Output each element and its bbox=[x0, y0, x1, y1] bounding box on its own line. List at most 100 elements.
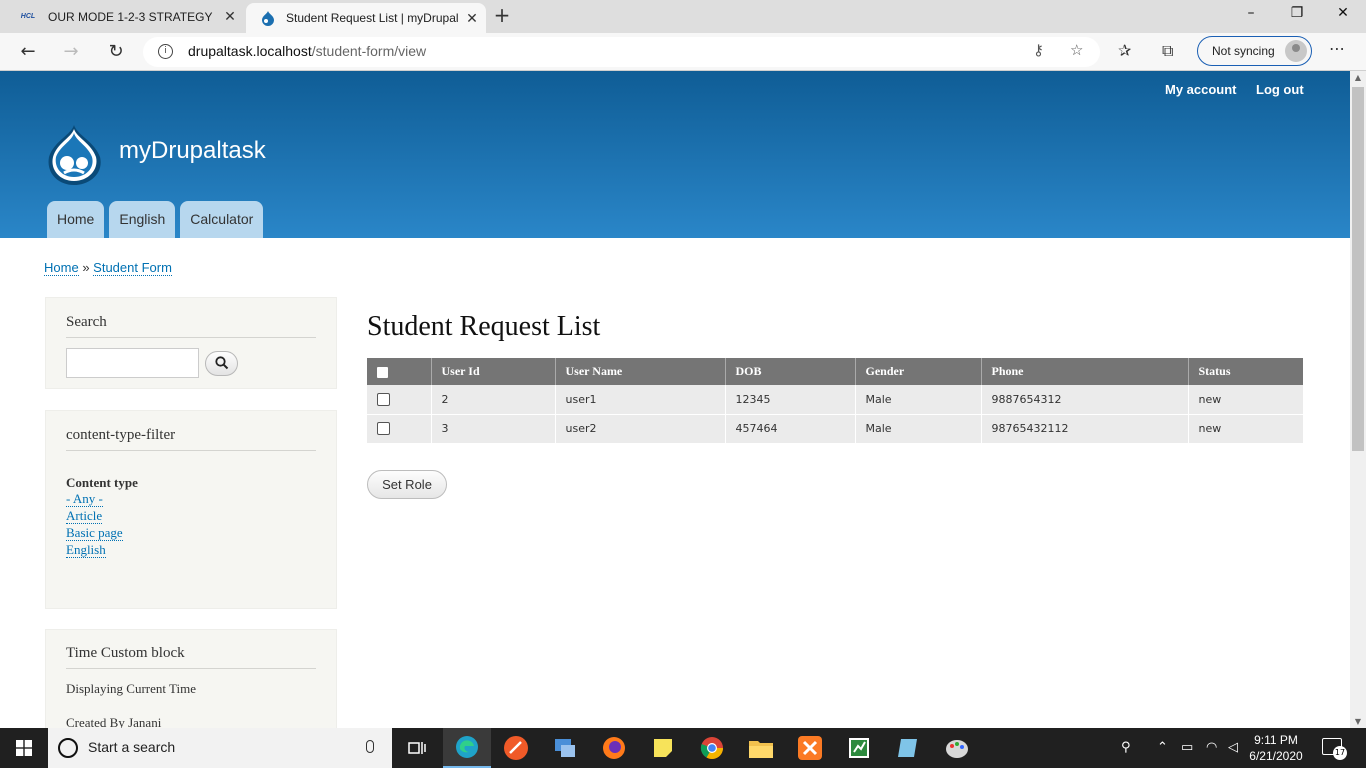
row-checkbox[interactable] bbox=[377, 393, 390, 406]
breadcrumb: Home » Student Form bbox=[44, 260, 172, 276]
time-block-line1: Displaying Current Time bbox=[66, 681, 197, 696]
action-center-icon[interactable]: 17 bbox=[1322, 738, 1347, 760]
column-header-user-name[interactable]: User Name bbox=[555, 358, 726, 385]
notepad-app-icon[interactable] bbox=[894, 734, 922, 762]
refresh-icon[interactable]: ↻ bbox=[102, 38, 130, 66]
cell-user-id: 3 bbox=[431, 414, 556, 444]
select-all-header bbox=[367, 358, 432, 385]
browser-toolbar: ← → ↻ i drupaltask.localhost/student-for… bbox=[0, 33, 1366, 71]
firefox-app-icon[interactable] bbox=[600, 734, 628, 762]
filter-article-link[interactable]: Article bbox=[66, 508, 103, 524]
task-view-icon[interactable] bbox=[403, 734, 431, 762]
close-tab-icon[interactable]: ✕ bbox=[458, 10, 486, 27]
search-block-title: Search bbox=[66, 314, 316, 338]
content-type-label: Content type bbox=[66, 475, 138, 490]
start-button[interactable] bbox=[0, 728, 48, 768]
breadcrumb-student-form-link[interactable]: Student Form bbox=[93, 260, 172, 276]
column-header-phone[interactable]: Phone bbox=[981, 358, 1189, 385]
clock-time: 9:11 PM bbox=[1254, 733, 1298, 747]
show-hidden-icons-icon[interactable]: ⌃ bbox=[1157, 740, 1168, 755]
row-checkbox[interactable] bbox=[377, 422, 390, 436]
content-type-filter-block: content-type-filter Content type - Any -… bbox=[45, 410, 337, 609]
cell-gender: Male bbox=[855, 414, 982, 444]
table-row: 3 user2 457464 Male 98765432112 new bbox=[367, 414, 1303, 444]
search-input[interactable] bbox=[66, 348, 199, 378]
page-scrollbar[interactable]: ▲ ▼ bbox=[1350, 71, 1366, 728]
scroll-up-icon[interactable]: ▲ bbox=[1350, 73, 1366, 82]
forward-icon[interactable]: → bbox=[57, 38, 85, 66]
close-window-icon[interactable]: ✕ bbox=[1320, 0, 1366, 30]
collections-icon[interactable]: ⧉ bbox=[1162, 41, 1173, 61]
close-tab-icon[interactable]: ✕ bbox=[216, 8, 244, 25]
filter-english-link[interactable]: English bbox=[66, 542, 106, 558]
remote-desktop-app-icon[interactable] bbox=[551, 734, 579, 762]
taskbar-clock[interactable]: 9:11 PM 6/21/2020 bbox=[1244, 732, 1308, 764]
xampp-app-icon[interactable] bbox=[796, 734, 824, 762]
drupal-logo-icon[interactable] bbox=[44, 123, 104, 187]
cortana-icon bbox=[58, 738, 78, 758]
taskbar-search[interactable]: Start a search bbox=[48, 728, 392, 768]
cell-phone: 9887654312 bbox=[981, 385, 1189, 415]
sticky-notes-app-icon[interactable] bbox=[649, 734, 677, 762]
search-button[interactable] bbox=[205, 350, 238, 376]
taskbar-search-placeholder: Start a search bbox=[88, 739, 176, 755]
battery-icon[interactable]: ▭ bbox=[1181, 740, 1193, 755]
site-info-icon[interactable]: i bbox=[158, 44, 173, 59]
filter-block-title: content-type-filter bbox=[66, 427, 316, 451]
filter-any-link[interactable]: - Any - bbox=[66, 491, 103, 507]
breadcrumb-home-link[interactable]: Home bbox=[44, 260, 79, 276]
minimize-icon[interactable]: – bbox=[1228, 0, 1274, 30]
column-header-status[interactable]: Status bbox=[1188, 358, 1303, 385]
time-custom-block: Time Custom block Displaying Current Tim… bbox=[45, 629, 337, 728]
content-type-list: - Any - Article Basic page English bbox=[66, 491, 316, 559]
paint-app-icon[interactable] bbox=[943, 734, 971, 762]
list-item: Article bbox=[66, 508, 316, 525]
edge-app-icon[interactable] bbox=[443, 728, 491, 768]
microphone-icon[interactable] bbox=[366, 740, 374, 753]
time-block-title: Time Custom block bbox=[66, 645, 316, 669]
list-item: English bbox=[66, 542, 316, 559]
key-icon[interactable]: ⚷ bbox=[1033, 41, 1044, 59]
cell-phone: 98765432112 bbox=[981, 414, 1189, 444]
search-form bbox=[66, 348, 316, 378]
cell-user-name: user1 bbox=[555, 385, 726, 415]
column-header-dob[interactable]: DOB bbox=[725, 358, 856, 385]
scrollbar-thumb[interactable] bbox=[1352, 87, 1364, 451]
column-header-gender[interactable]: Gender bbox=[855, 358, 982, 385]
favorites-icon[interactable]: ✰ bbox=[1118, 41, 1131, 60]
windows-logo-icon bbox=[16, 740, 32, 756]
nav-tab-english[interactable]: English bbox=[109, 201, 176, 238]
new-tab-icon[interactable]: + bbox=[490, 4, 514, 28]
scroll-down-icon[interactable]: ▼ bbox=[1350, 717, 1366, 726]
row-select-cell bbox=[367, 414, 432, 444]
my-account-link[interactable]: My account bbox=[1165, 82, 1237, 97]
chrome-app-icon[interactable] bbox=[698, 734, 726, 762]
select-all-checkbox[interactable] bbox=[377, 366, 388, 378]
sublime-app-icon[interactable] bbox=[502, 734, 530, 762]
list-item: Basic page bbox=[66, 525, 316, 542]
address-bar[interactable]: i drupaltask.localhost/student-form/view… bbox=[143, 37, 1100, 67]
cell-dob: 457464 bbox=[725, 414, 856, 444]
tab-title: OUR MODE 1-2-3 STRATEGY | HC bbox=[48, 9, 216, 24]
more-menu-icon[interactable]: ⋯ bbox=[1329, 39, 1345, 58]
filter-basic-page-link[interactable]: Basic page bbox=[66, 525, 123, 541]
column-header-user-id[interactable]: User Id bbox=[431, 358, 556, 385]
spreadsheet-app-icon[interactable] bbox=[845, 734, 873, 762]
wifi-icon[interactable]: ◠ bbox=[1206, 740, 1217, 755]
sync-label: Not syncing bbox=[1212, 44, 1275, 58]
cell-user-id: 2 bbox=[431, 385, 556, 415]
people-icon[interactable]: ⚲ bbox=[1121, 740, 1131, 755]
sync-button[interactable]: Not syncing bbox=[1197, 36, 1312, 66]
tab-hcl[interactable]: HCL OUR MODE 1-2-3 STRATEGY | HC ✕ bbox=[4, 0, 244, 33]
volume-icon[interactable]: ◁ bbox=[1228, 740, 1238, 755]
log-out-link[interactable]: Log out bbox=[1256, 82, 1304, 97]
file-explorer-app-icon[interactable] bbox=[747, 734, 775, 762]
tab-student-request-list[interactable]: Student Request List | myDrupalt ✕ bbox=[246, 3, 486, 33]
restore-icon[interactable]: ❐ bbox=[1274, 0, 1320, 30]
set-role-button[interactable]: Set Role bbox=[367, 470, 447, 499]
nav-tab-home[interactable]: Home bbox=[47, 201, 105, 238]
site-name[interactable]: myDrupaltask bbox=[119, 137, 266, 165]
nav-tab-calculator[interactable]: Calculator bbox=[180, 201, 264, 238]
favorite-star-icon[interactable]: ☆ bbox=[1070, 41, 1083, 59]
back-icon[interactable]: ← bbox=[14, 38, 42, 66]
